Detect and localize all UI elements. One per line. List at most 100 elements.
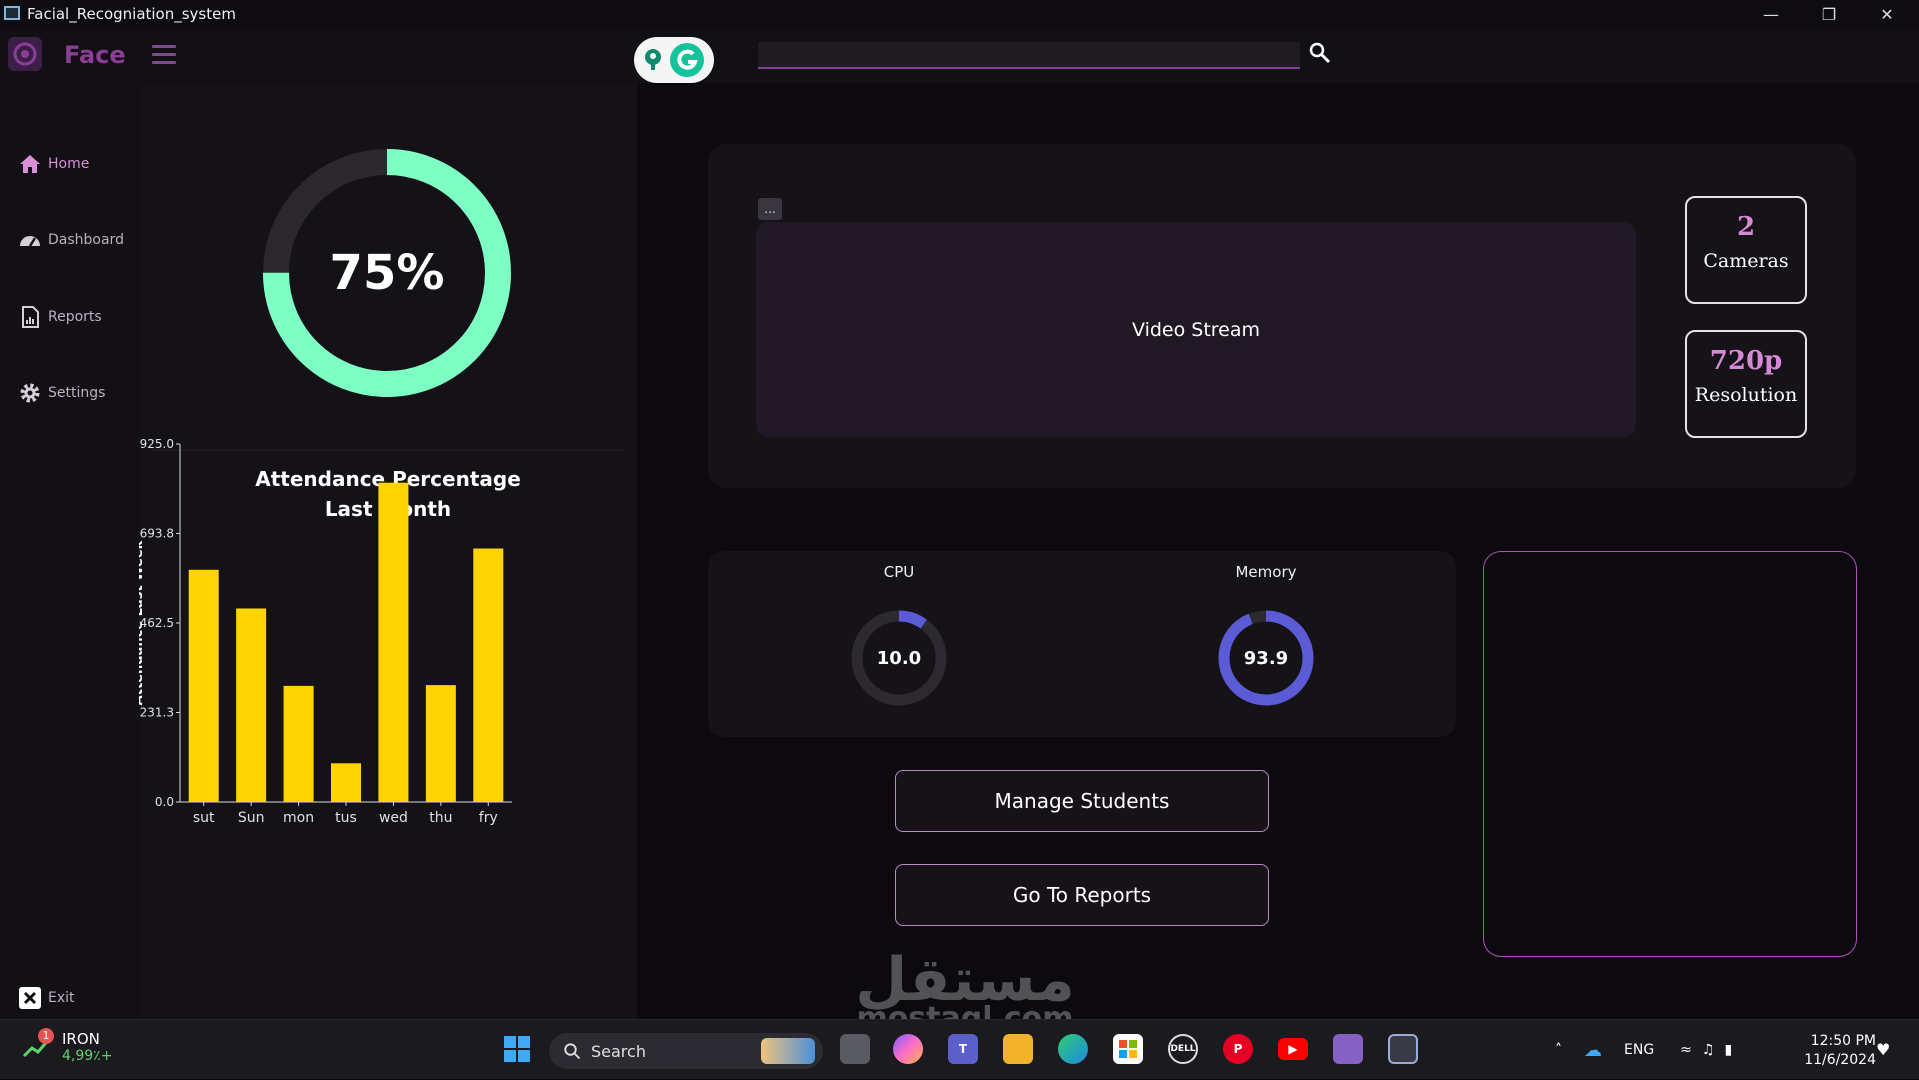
- dashboard-icon: [20, 236, 40, 247]
- y-tick-label: 925.0: [140, 437, 174, 451]
- task-view-icon[interactable]: [840, 1034, 870, 1064]
- sidebar-item-settings[interactable]: Settings: [18, 381, 105, 405]
- bar-mon: [283, 685, 314, 802]
- stock-widget[interactable]: 1 IRON 4,99٪+: [22, 1028, 113, 1064]
- bar-Sun: [236, 608, 267, 802]
- grammarly-widget[interactable]: [634, 37, 714, 83]
- go-to-reports-button[interactable]: Go To Reports: [895, 864, 1269, 926]
- x-tick-label: thu: [429, 810, 452, 826]
- x-tick-label: tus: [335, 810, 357, 826]
- wifi-icon[interactable]: ≈: [1680, 1042, 1692, 1058]
- app-icon: [4, 6, 20, 20]
- copilot-icon[interactable]: [893, 1034, 923, 1064]
- taskbar-search[interactable]: Search: [549, 1033, 823, 1069]
- bar-sut: [188, 569, 219, 802]
- visual-studio-icon[interactable]: [1333, 1034, 1363, 1064]
- resolution-value: 720p: [1709, 346, 1783, 376]
- info-panel: [1483, 551, 1857, 957]
- edge-icon[interactable]: [1058, 1034, 1088, 1064]
- bar-wed: [378, 482, 409, 802]
- sidebar-item-label: Home: [48, 156, 90, 172]
- sidebar: [0, 83, 139, 1019]
- teams-icon[interactable]: T: [948, 1034, 978, 1064]
- window-title: Facial_Recogniation_system: [27, 5, 236, 23]
- battery-icon[interactable]: ▮: [1724, 1042, 1732, 1058]
- manage-students-button[interactable]: Manage Students: [895, 770, 1269, 832]
- hamburger-menu-icon[interactable]: [152, 45, 176, 65]
- chevron-up-icon[interactable]: ˄: [1555, 1042, 1562, 1058]
- title-bar: Facial_Recogniation_system — ❐ ✕: [0, 0, 1919, 29]
- y-tick-label: 693.8: [140, 526, 174, 540]
- x-tick-label: fry: [479, 810, 498, 826]
- store-icon[interactable]: [1113, 1034, 1143, 1064]
- clock-date: 11/6/2024: [1804, 1052, 1876, 1068]
- search-input[interactable]: [758, 42, 1300, 69]
- face-logo-icon: [8, 37, 42, 71]
- search-icon[interactable]: [1308, 41, 1332, 65]
- logo-text: Face: [64, 41, 126, 69]
- language-indicator[interactable]: ENG: [1624, 1042, 1654, 1058]
- attendance-bar-chart: 0.0231.3462.5693.8925.0sut Sun mon tus wed th…: [139, 437, 512, 826]
- x-tick-label: sut: [193, 810, 215, 826]
- memory-title: Memory: [1235, 563, 1297, 581]
- y-tick-label: 231.3: [140, 705, 174, 719]
- x-tick-label: wed: [379, 810, 408, 826]
- restore-button[interactable]: ❐: [1800, 0, 1858, 29]
- stock-badge: 1: [38, 1028, 54, 1044]
- minimize-button[interactable]: —: [1742, 0, 1800, 29]
- bar-thu: [425, 685, 456, 802]
- sidebar-item-label: Dashboard: [48, 232, 124, 248]
- video-stream: Video Stream: [756, 222, 1636, 437]
- memory-value: 93.9: [1243, 647, 1289, 669]
- video-options-button[interactable]: ...: [758, 198, 782, 220]
- resolution-stat: 720p Resolution: [1685, 330, 1807, 438]
- sidebar-item-reports[interactable]: Reports: [18, 305, 102, 329]
- clock[interactable]: 12:50 PM 11/6/2024: [1790, 1032, 1876, 1070]
- lightbulb-icon: [645, 49, 661, 70]
- exit-label: Exit: [48, 990, 75, 1006]
- cameras-value: 2: [1736, 212, 1756, 242]
- onedrive-icon[interactable]: ☁: [1584, 1040, 1602, 1061]
- x-tick-label: Sun: [238, 810, 265, 826]
- app-header: Face: [0, 29, 1919, 83]
- y-tick-label: 0.0: [155, 795, 174, 809]
- sidebar-item-label: Settings: [48, 385, 106, 401]
- file-explorer-icon[interactable]: [1003, 1034, 1033, 1064]
- clock-time: 12:50 PM: [1810, 1033, 1876, 1049]
- stock-change: 4,99٪+: [62, 1048, 113, 1064]
- home-icon: [20, 155, 40, 173]
- bar-fry: [473, 548, 504, 802]
- grammarly-icon: [670, 43, 704, 77]
- search-icon: [564, 1043, 581, 1060]
- stock-name: IRON: [62, 1030, 100, 1048]
- volume-icon[interactable]: ♫: [1702, 1042, 1715, 1058]
- cpu-title: CPU: [883, 563, 915, 581]
- x-tick-label: mon: [283, 810, 314, 826]
- sidebar-item-home[interactable]: Home: [18, 152, 89, 176]
- cameras-stat: 2 Cameras: [1685, 196, 1807, 304]
- bar-tus: [331, 763, 361, 802]
- reports-icon: [22, 306, 39, 328]
- sidebar-item-dashboard[interactable]: Dashboard: [18, 228, 124, 252]
- windows-start-icon[interactable]: [502, 1034, 532, 1064]
- close-icon: [19, 987, 41, 1009]
- pinterest-icon[interactable]: P: [1223, 1034, 1253, 1064]
- attendance-percent-label: 75%: [329, 245, 445, 301]
- search-highlight-icon: [761, 1038, 815, 1064]
- app-window-icon[interactable]: [1388, 1034, 1418, 1064]
- taskbar: 1 IRON 4,99٪+ Search T DELL P ▶ ˄ ☁ ENG …: [0, 1019, 1919, 1079]
- cpu-value: 10.0: [876, 647, 922, 669]
- notification-bell-icon[interactable]: ♥: [1876, 1040, 1890, 1059]
- y-axis-label: Attendance Last Week: [139, 540, 146, 705]
- dell-icon[interactable]: DELL: [1168, 1034, 1198, 1064]
- sidebar-item-label: Reports: [48, 309, 102, 325]
- stock-chart-icon: 1: [22, 1028, 54, 1062]
- taskbar-search-label: Search: [591, 1041, 646, 1061]
- youtube-icon[interactable]: ▶: [1278, 1038, 1308, 1060]
- exit-button[interactable]: Exit: [18, 986, 75, 1010]
- cameras-label: Cameras: [1703, 250, 1789, 272]
- system-tray: ˄ ☁ ENG ≈ ♫ ▮: [1555, 1020, 1732, 1080]
- gear-icon: [20, 383, 40, 403]
- close-button[interactable]: ✕: [1858, 0, 1916, 29]
- resolution-label: Resolution: [1694, 384, 1798, 406]
